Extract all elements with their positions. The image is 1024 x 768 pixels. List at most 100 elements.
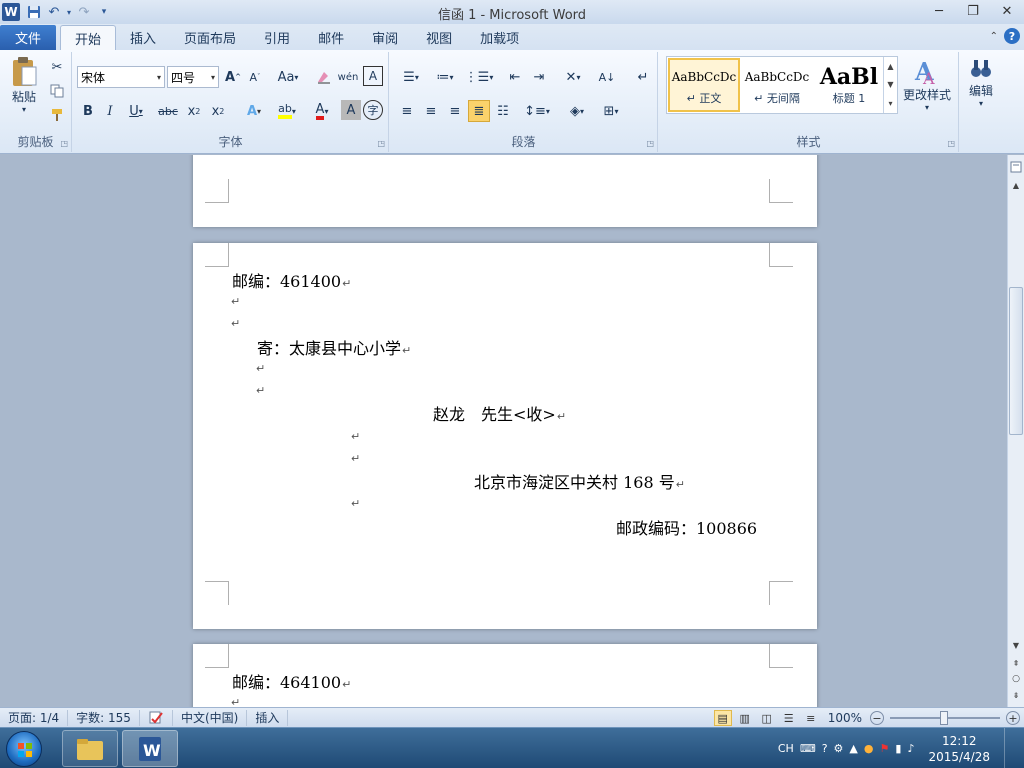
- underline-icon[interactable]: U ▾: [121, 100, 151, 122]
- text-effects-icon[interactable]: A ▾: [239, 100, 269, 122]
- word-app-icon[interactable]: W: [2, 3, 20, 21]
- undo-icon[interactable]: ↶: [44, 2, 64, 22]
- zoom-slider[interactable]: [890, 711, 1000, 725]
- gallery-more-icon[interactable]: ▾: [888, 99, 892, 108]
- paste-dropdown-icon[interactable]: ▾: [22, 105, 26, 114]
- draft-view-icon[interactable]: ≡: [802, 710, 820, 726]
- enclose-characters-icon[interactable]: 字: [363, 100, 383, 120]
- tab-mailings[interactable]: 邮件: [304, 25, 358, 50]
- clock[interactable]: 12:12 2015/4/28: [920, 733, 998, 765]
- network-icon[interactable]: ▮: [895, 742, 901, 755]
- proofing-icon[interactable]: [140, 709, 173, 726]
- gallery-down-icon[interactable]: ▼: [887, 80, 893, 89]
- decrease-indent-icon[interactable]: ⇤: [504, 66, 526, 88]
- address-line[interactable]: 北京市海淀区中关村 168 号↵: [474, 469, 685, 493]
- document-area[interactable]: 邮编：461400↵ ↵ ↵ 寄：太康县中心小学↵ ↵ ↵ 赵龙 先生<收>↵ …: [0, 155, 1007, 707]
- tab-page-layout[interactable]: 页面布局: [170, 25, 250, 50]
- previous-page-icon[interactable]: ⇞: [1008, 655, 1024, 671]
- align-center-icon[interactable]: ≡: [420, 100, 442, 122]
- font-name-combo[interactable]: 宋体 ▾: [77, 66, 165, 88]
- phonetic-guide-icon[interactable]: wén: [337, 66, 359, 88]
- tab-home[interactable]: 开始: [60, 25, 117, 50]
- strikethrough-icon[interactable]: abc: [155, 100, 181, 122]
- restore-button[interactable]: ❐: [956, 0, 990, 22]
- character-shading-icon[interactable]: A: [341, 100, 361, 120]
- postcode-line[interactable]: 邮政编码：100866: [616, 515, 757, 539]
- vertical-scrollbar[interactable]: ▲ ▼ ⇞ ○ ⇟: [1007, 155, 1024, 707]
- next-page-icon[interactable]: ⇟: [1008, 687, 1024, 703]
- show-desktop-button[interactable]: [1004, 728, 1018, 768]
- recipient-line[interactable]: 赵龙 先生<收>↵: [433, 401, 566, 425]
- chinese-layout-icon[interactable]: ✕ ▾: [558, 66, 588, 88]
- ime-options-icon[interactable]: ⚙: [834, 742, 844, 755]
- sort-icon[interactable]: A↓: [596, 66, 618, 88]
- clipboard-launcher-icon[interactable]: ◳: [60, 139, 68, 148]
- tab-file[interactable]: 文件: [0, 25, 56, 50]
- font-color-icon[interactable]: A ▾: [307, 100, 337, 122]
- numbering-icon[interactable]: ≔ ▾: [430, 66, 460, 88]
- start-button[interactable]: [6, 731, 42, 767]
- volume-icon[interactable]: ♪: [907, 742, 914, 755]
- full-screen-reading-view-icon[interactable]: ▥: [736, 710, 754, 726]
- undo-dropdown-icon[interactable]: ▾: [64, 2, 74, 22]
- insert-mode-indicator[interactable]: 插入: [247, 709, 289, 726]
- language-indicator[interactable]: 中文(中国): [173, 709, 248, 726]
- zoom-slider-thumb[interactable]: [940, 711, 948, 725]
- ime-indicator[interactable]: CH: [778, 742, 794, 755]
- customize-qat-icon[interactable]: ▾: [94, 2, 114, 22]
- format-painter-icon[interactable]: [48, 106, 66, 124]
- font-size-combo[interactable]: 四号 ▾: [167, 66, 219, 88]
- highlight-icon[interactable]: ab ▾: [271, 100, 303, 122]
- line-spacing-icon[interactable]: ↕≡ ▾: [522, 100, 552, 122]
- change-case-icon[interactable]: Aa ▾: [273, 66, 303, 88]
- word-count[interactable]: 字数: 155: [68, 709, 140, 726]
- zip-code-line[interactable]: 邮编：464100↵: [232, 669, 351, 693]
- ruler-toggle-icon[interactable]: [1008, 159, 1024, 175]
- page-3[interactable]: 邮编：464100↵ ↵: [193, 644, 817, 707]
- minimize-button[interactable]: ─: [922, 0, 956, 22]
- tab-add-ins[interactable]: 加载项: [466, 25, 533, 50]
- page-1[interactable]: [193, 155, 817, 227]
- font-name-dropdown-icon[interactable]: ▾: [157, 73, 161, 82]
- tab-insert[interactable]: 插入: [116, 25, 170, 50]
- bold-icon[interactable]: B: [77, 100, 99, 122]
- shading-icon[interactable]: ◈ ▾: [562, 100, 592, 122]
- web-layout-view-icon[interactable]: ◫: [758, 710, 776, 726]
- zip-code-line[interactable]: 邮编：461400↵: [232, 268, 351, 292]
- zoom-out-icon[interactable]: −: [870, 711, 884, 725]
- editing-dropdown-icon[interactable]: ▾: [979, 99, 983, 108]
- superscript-icon[interactable]: x2: [207, 100, 229, 122]
- outline-view-icon[interactable]: ☰: [780, 710, 798, 726]
- italic-icon[interactable]: I: [99, 100, 121, 122]
- close-button[interactable]: ✕: [990, 0, 1024, 22]
- browse-object-icon[interactable]: ○: [1008, 671, 1024, 687]
- bullets-icon[interactable]: ☰ ▾: [396, 66, 426, 88]
- taskbar-word-button[interactable]: W: [122, 730, 178, 767]
- security-alert-icon[interactable]: ⚑: [880, 742, 890, 755]
- scrollbar-thumb[interactable]: [1009, 287, 1023, 435]
- taskbar-explorer-button[interactable]: [62, 730, 118, 767]
- font-launcher-icon[interactable]: ◳: [377, 139, 385, 148]
- paragraph-launcher-icon[interactable]: ◳: [646, 139, 654, 148]
- change-styles-dropdown-icon[interactable]: ▾: [925, 103, 929, 112]
- gallery-up-icon[interactable]: ▲: [887, 62, 893, 71]
- tab-review[interactable]: 审阅: [358, 25, 412, 50]
- distributed-icon[interactable]: ☷: [492, 100, 514, 122]
- style-heading-1[interactable]: AaBl 标题 1: [813, 58, 885, 112]
- clear-formatting-icon[interactable]: [313, 66, 335, 88]
- ime-help-icon[interactable]: ?: [822, 742, 828, 755]
- subscript-icon[interactable]: x2: [183, 100, 205, 122]
- borders-icon[interactable]: ⊞ ▾: [596, 100, 626, 122]
- tab-view[interactable]: 视图: [412, 25, 466, 50]
- zoom-in-icon[interactable]: +: [1006, 711, 1020, 725]
- character-border-icon[interactable]: A: [363, 66, 383, 86]
- page-count[interactable]: 页面: 1/4: [0, 709, 69, 726]
- font-size-dropdown-icon[interactable]: ▾: [211, 73, 215, 82]
- align-left-icon[interactable]: ≡: [396, 100, 418, 122]
- redo-icon[interactable]: ↷: [74, 2, 94, 22]
- cut-icon[interactable]: ✂: [48, 58, 66, 76]
- justify-icon[interactable]: ≣: [468, 100, 490, 122]
- scroll-down-icon[interactable]: ▼: [1008, 637, 1024, 653]
- shrink-font-icon[interactable]: Aˇ: [245, 66, 265, 88]
- tab-references[interactable]: 引用: [250, 25, 304, 50]
